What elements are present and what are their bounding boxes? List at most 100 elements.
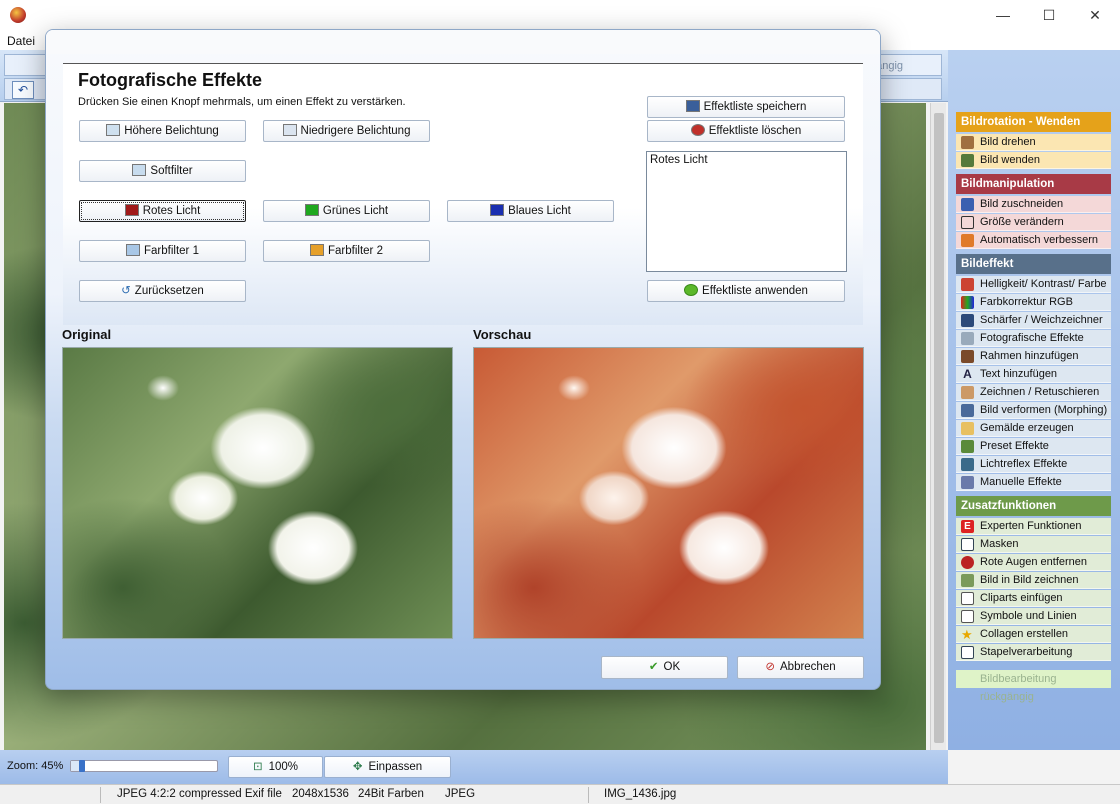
morph-icon [961,404,974,417]
sidebar-item-auto-enhance[interactable]: Automatisch verbessern [956,232,1111,249]
sidebar-item-label: Cliparts einfügen [980,592,1063,604]
camera-icon [961,332,974,345]
delete-effect-list-button[interactable]: Effektliste löschen [647,120,845,142]
colorfilter-2-icon [310,244,325,256]
save-icon [685,100,700,112]
green-light-button[interactable]: Grünes Licht [263,200,430,222]
sidebar-item-rotate[interactable]: Bild drehen [956,134,1111,151]
sidebar-item-presets[interactable]: Preset Effekte [956,438,1111,455]
fit-button[interactable]: ✥ Einpassen [324,756,451,778]
preview-label: Vorschau [473,327,532,342]
button-label: Farbfilter 1 [144,245,199,257]
button-label: Farbfilter 2 [328,245,383,257]
sidebar-item-symbols[interactable]: Symbole und Linien [956,608,1111,625]
status-type: JPEG [445,788,476,800]
sidebar-item-picture-in-picture[interactable]: Bild in Bild zeichnen [956,572,1111,589]
minimize-button[interactable]: — [980,0,1026,30]
reset-button[interactable]: ↺ Zurücksetzen [79,280,246,302]
sidebar-category-effects: Bildeffekt [956,254,1111,274]
ok-button[interactable]: ✔ OK [601,656,728,679]
clipart-icon [961,592,974,605]
original-image [62,347,453,639]
fit-icon: ✥ [352,761,363,773]
sidebar-item-rgb[interactable]: Farbkorrektur RGB [956,294,1111,311]
higher-exposure-button[interactable]: Höhere Belichtung [79,120,246,142]
scissors-icon [961,198,974,211]
blue-light-icon [490,204,505,216]
button-label: Rotes Licht [142,205,201,217]
reset-icon: ↺ [121,285,131,297]
undo-icon[interactable]: ↶ [12,81,34,99]
button-label: OK [663,661,681,673]
flip-icon [961,154,974,167]
effect-list[interactable]: Rotes Licht [646,151,847,272]
maximize-button[interactable]: ☐ [1026,0,1072,30]
zoom-100-button[interactable]: ⊡ 100% [228,756,323,778]
zoom-slider[interactable] [70,760,218,772]
sidebar-item-masks[interactable]: Masken [956,536,1111,553]
undo-edit-button[interactable]: Bildbearbeitung rückgängig [956,670,1111,703]
colorfilter-1-icon [126,244,141,256]
sidebar-item-draw[interactable]: Zeichnen / Retuschieren [956,384,1111,401]
flare-icon [961,458,974,471]
sidebar-item-batch[interactable]: Stapelverarbeitung [956,644,1111,661]
sidebar-item-text[interactable]: A Text hinzufügen [956,366,1111,383]
sidebar-item-expert[interactable]: E Experten Funktionen [956,518,1111,535]
sidebar-item-resize[interactable]: Größe verändern [956,214,1111,231]
dialog-title-bar [46,30,880,54]
sidebar-item-sharpen[interactable]: Schärfer / Weichzeichner [956,312,1111,329]
button-label: Effektliste anwenden [702,285,808,297]
sidebar-item-crop[interactable]: Bild zuschneiden [956,196,1111,213]
status-filename: IMG_1436.jpg [604,788,677,800]
batch-icon [961,646,974,659]
app-icon [10,7,26,23]
vertical-scrollbar[interactable] [930,103,946,750]
red-light-button[interactable]: Rotes Licht [79,200,246,222]
mask-icon [961,538,974,551]
sidebar-item-label: Rahmen hinzufügen [980,350,1079,362]
button-label: Effektliste löschen [708,125,802,137]
blue-light-button[interactable]: Blaues Licht [447,200,614,222]
button-label: Abbrechen [780,661,836,673]
sidebar-category-extras: Zusatzfunktionen [956,496,1111,516]
colorfilter-1-button[interactable]: Farbfilter 1 [79,240,246,262]
status-format: JPEG 4:2:2 compressed Exif file [117,788,282,800]
effect-list-item[interactable]: Rotes Licht [650,154,843,166]
sidebar-item-label: Helligkeit/ Kontrast/ Farbe [980,278,1107,290]
lower-exposure-button[interactable]: Niedrigere Belichtung [263,120,430,142]
sidebar-item-red-eye[interactable]: Rote Augen entfernen [956,554,1111,571]
sidebar-item-label: Preset Effekte [980,440,1049,452]
sidebar-item-collage[interactable]: ★ Collagen erstellen [956,626,1111,643]
green-light-icon [304,204,319,216]
scrollbar-thumb[interactable] [934,113,944,743]
frame-icon [961,350,974,363]
sidebar-item-morphing[interactable]: Bild verformen (Morphing) [956,402,1111,419]
sidebar-item-frame[interactable]: Rahmen hinzufügen [956,348,1111,365]
softfilter-button[interactable]: Softfilter [79,160,246,182]
button-label: Effektliste speichern [703,101,807,113]
menu-file[interactable]: Datei [7,34,35,48]
zoom-slider-knob[interactable] [79,760,85,772]
status-bar: JPEG 4:2:2 compressed Exif file 2048x153… [0,784,1120,804]
zoom-label: Zoom: 45% [7,760,64,772]
sidebar-item-brightness[interactable]: Helligkeit/ Kontrast/ Farbe [956,276,1111,293]
star-icon: ★ [961,627,973,642]
sidebar-item-flip[interactable]: Bild wenden [956,152,1111,169]
save-effect-list-button[interactable]: Effektliste speichern [647,96,845,118]
cancel-button[interactable]: ⊘ Abbrechen [737,656,864,679]
sidebar-category-rotation: Bildrotation - Wenden [956,112,1111,132]
sidebar-item-label: Masken [980,538,1019,550]
button-label: Blaues Licht [508,205,571,217]
apply-effect-list-button[interactable]: Effektliste anwenden [647,280,845,302]
status-colors: 24Bit Farben [358,788,424,800]
colorfilter-2-button[interactable]: Farbfilter 2 [263,240,430,262]
sidebar-item-cliparts[interactable]: Cliparts einfügen [956,590,1111,607]
close-button[interactable]: ✕ [1072,0,1118,30]
original-label: Original [62,327,112,342]
sidebar-item-photo-effects[interactable]: Fotografische Effekte [956,330,1111,347]
sidebar-item-manual-effects[interactable]: Manuelle Effekte [956,474,1111,491]
sidebar-item-painting[interactable]: Gemälde erzeugen [956,420,1111,437]
sharpen-icon [961,314,974,327]
sidebar-item-label: Bild in Bild zeichnen [980,574,1079,586]
sidebar-item-lens-flare[interactable]: Lichtreflex Effekte [956,456,1111,473]
